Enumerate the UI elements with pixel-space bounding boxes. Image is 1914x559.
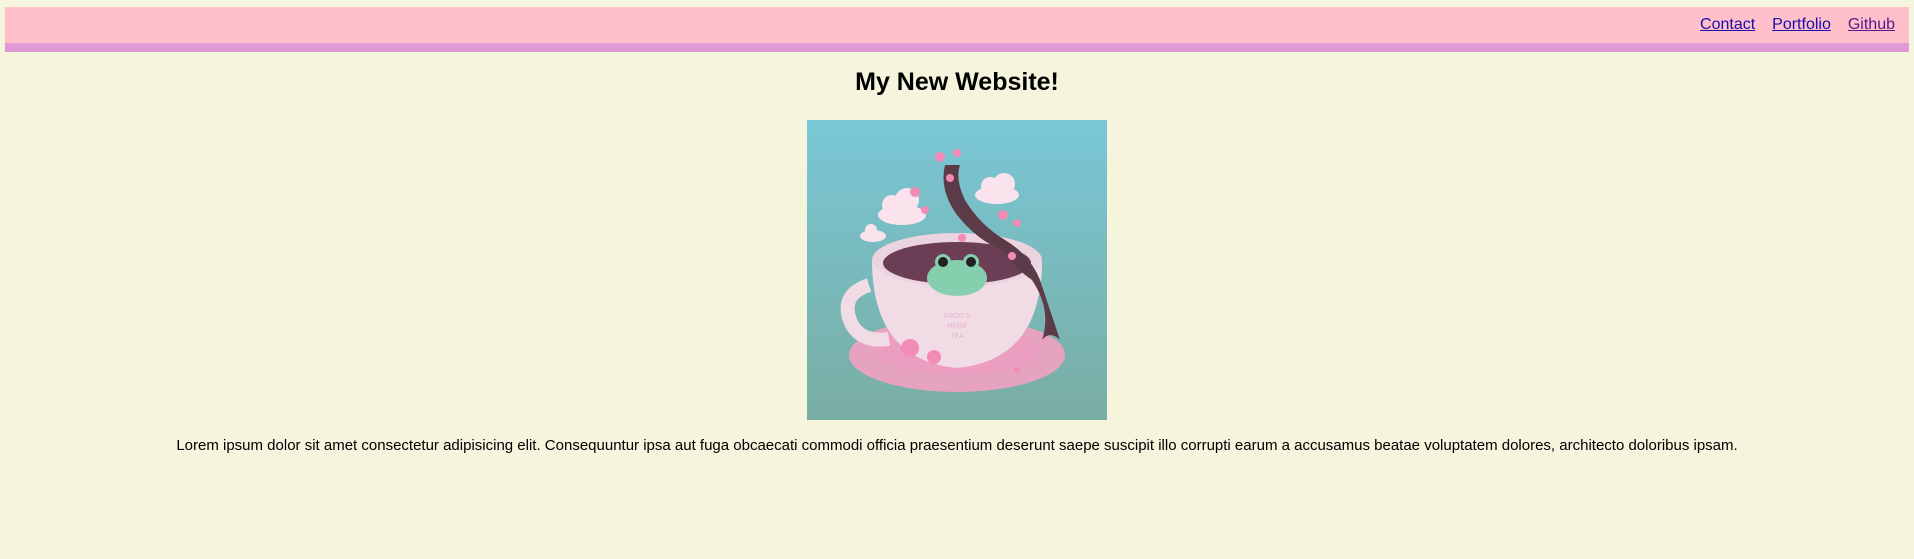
intro-paragraph: Lorem ipsum dolor sit amet consectetur a… — [176, 437, 1738, 454]
svg-text:HERB: HERB — [947, 323, 967, 330]
page-title: My New Website! — [855, 68, 1059, 96]
nav-link-contact[interactable]: Contact — [1700, 16, 1755, 34]
svg-text:FROG'S: FROG'S — [944, 313, 971, 320]
navbar-stripe — [5, 43, 1909, 52]
svg-text:TEA: TEA — [950, 333, 964, 340]
page: Contact Portfolio Github My New Website! — [0, 0, 1914, 559]
nav-link-portfolio[interactable]: Portfolio — [1772, 16, 1831, 34]
nav-link-github[interactable]: Github — [1848, 16, 1895, 34]
teacup-illustration: FROG'S HERB TEA — [807, 120, 1107, 420]
navbar: Contact Portfolio Github — [5, 7, 1909, 43]
